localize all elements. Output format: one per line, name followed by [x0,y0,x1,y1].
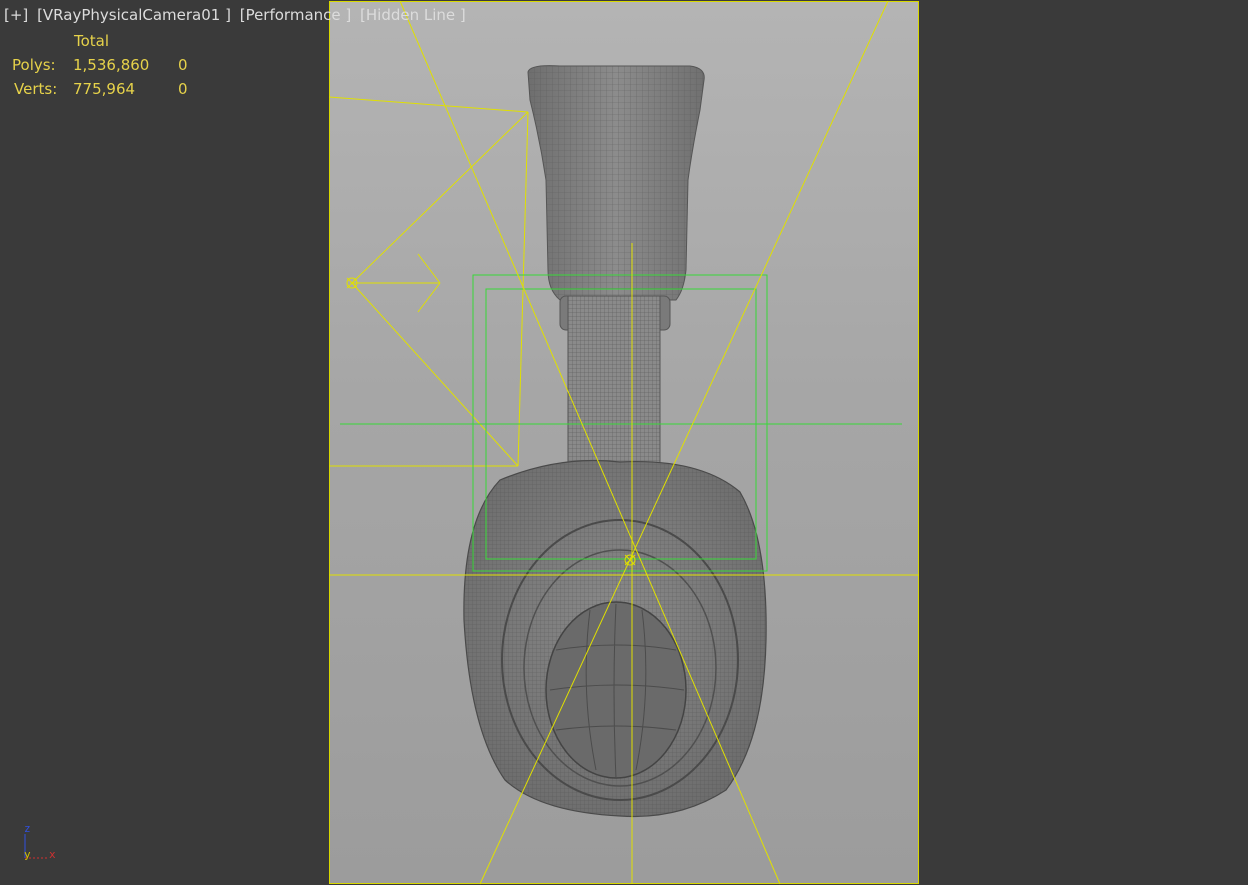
viewport-label-menu: [+] [VRayPhysicalCamera01 ] [Performance… [4,6,470,24]
ear-cup-driver [545,601,687,779]
viewport-performance-menu[interactable]: [Performance ] [240,6,352,24]
stats-selected-value: 0 [178,80,188,98]
light-object[interactable] [328,96,529,467]
axis-z-label: z [24,822,31,835]
stats-total-value: 775,964 [73,80,136,98]
stats-label: Verts: [14,80,58,98]
stats-label: Polys: [12,56,56,74]
headphone-mesh[interactable] [463,65,767,818]
viewport-plus-menu[interactable]: [+] [4,6,28,24]
axis-x-label: x [49,848,56,861]
viewport-camera-menu[interactable]: [VRayPhysicalCamera01 ] [37,6,231,24]
scene-canvas[interactable] [0,0,1248,885]
stats-selected-value: 0 [178,56,188,74]
stats-total-value: 1,536,860 [73,56,150,74]
stats-total-header: Total [74,32,110,50]
3d-viewport[interactable]: [+] [VRayPhysicalCamera01 ] [Performance… [0,0,1248,885]
viewport-shading-menu[interactable]: [Hidden Line ] [360,6,466,24]
axis-y-label: y [24,848,31,861]
axis-gizmo: z y x [20,822,70,867]
